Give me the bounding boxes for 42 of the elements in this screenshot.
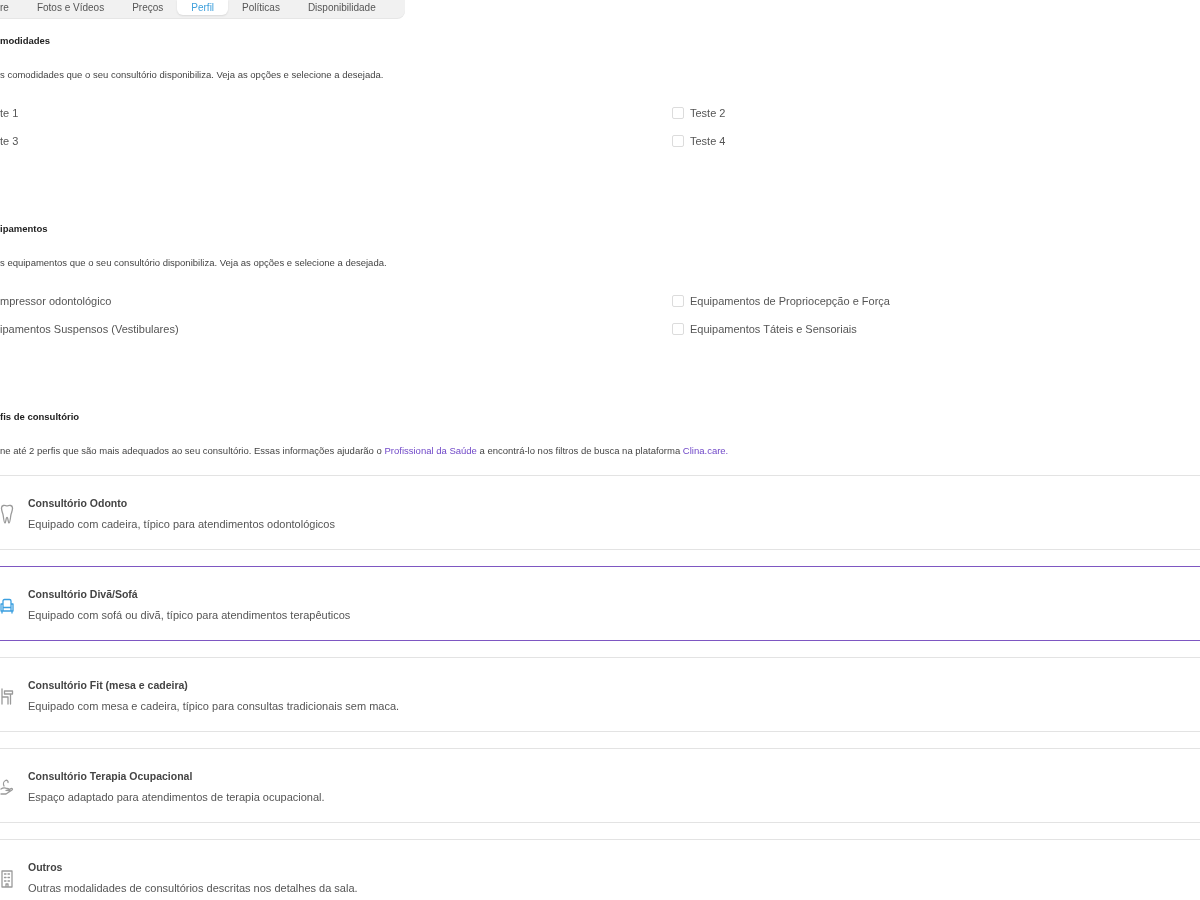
option-title: Consultório Odonto [28,496,129,510]
profile-option[interactable]: Consultório Terapia Ocupacional Espaço adaptado para atendimentos de terapia ocupacional. [0,748,1200,823]
profile-option[interactable]: Consultório Fit (mesa e cadeira) Equipado com mesa e cadeira, típico para consultas tradicionais sem maca. [0,657,1200,732]
tab[interactable]: Disponibilidade [293,0,390,15]
option-label: mpressor odontológico [0,294,112,309]
profile-option[interactable]: Consultório Odonto Equipado com cadeira, típico para atendimentos odontológicos [0,475,1200,550]
option-title: Consultório Terapia Ocupacional [28,769,194,783]
checkbox[interactable] [672,107,684,119]
section-description: s comodidades que o seu consultório disponibiliza. Veja as opções e selecione a desejada. [0,69,385,81]
checkbox[interactable] [672,295,684,307]
option-description: Outras modalidades de consultórios descritas nos detalhes da sala. [28,881,358,895]
section-description: s equipamentos que o seu consultório disponibiliza. Veja as opções e selecione a desejada. [0,257,388,269]
option-title: Outros [28,860,64,874]
option-label: te 1 [0,106,19,121]
option-description: Equipado com cadeira, típico para atendimentos odontológicos [28,517,335,531]
section-title: fis de consultório [0,411,81,423]
building-icon [0,867,14,888]
option-description: Equipado com mesa e cadeira, típico para consultas tradicionais sem maca. [28,699,400,713]
tab[interactable]: Preços [118,0,178,15]
option-description: Espaço adaptado para atendimentos de terapia ocupacional. [28,790,325,804]
checkbox[interactable] [672,323,684,335]
tab[interactable]: Políticas [228,0,294,15]
section-title: modidades [0,35,52,47]
profile-option[interactable]: Consultório Divã/Sofá Equipado com sofá ou divã, típico para atendimentos terapêuticos [0,566,1200,641]
checkbox-label: Teste 2 [690,106,726,121]
section-description: ne até 2 perfis que são mais adequados ao seu consultório. Essas informações ajudarão o Profissional da Saúde a encontrá-lo nos filtros de busca na plataforma Clina.care. [0,445,730,457]
section-title: ipamentos [0,223,49,235]
option-description: Equipado com sofá ou divã, típico para atendimentos terapêuticos [28,608,351,622]
option-label: te 3 [0,134,19,149]
checkbox-label: Equipamentos Táteis e Sensoriais [690,322,857,337]
option-title: Consultório Fit (mesa e cadeira) [28,678,189,692]
link[interactable]: Clina.care. [682,445,729,456]
checkbox-label: Equipamentos de Propriocepção e Força [690,294,890,309]
tab[interactable]: re [0,0,23,15]
checkbox-label: Teste 4 [690,134,726,149]
tab[interactable]: Fotos e Vídeos [22,0,119,15]
tooth-icon [0,503,14,524]
option-label: ipamentos Suspensos (Vestibulares) [0,322,179,337]
checkbox[interactable] [672,135,684,147]
profile-option[interactable]: Outros Outras modalidades de consultórios descritas nos detalhes da sala. [0,839,1200,900]
option-title: Consultório Divã/Sofá [28,587,139,601]
link[interactable]: Profissional da Saúde [384,445,477,456]
